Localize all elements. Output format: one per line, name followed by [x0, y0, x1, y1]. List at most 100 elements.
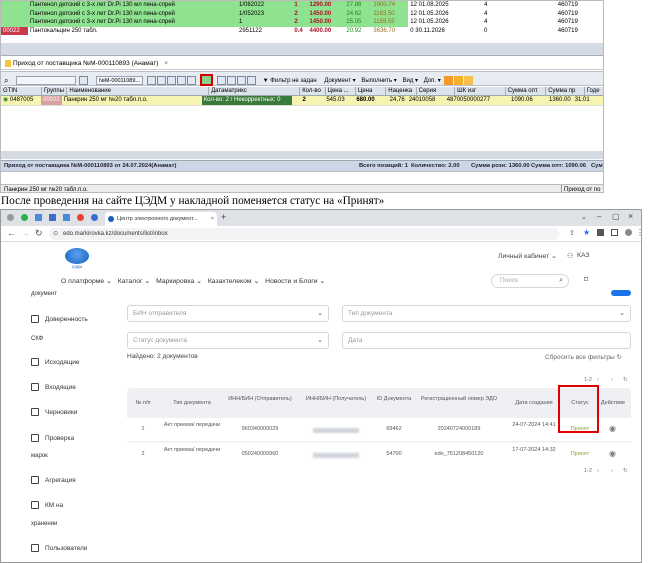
- column-header[interactable]: ШК изг: [454, 87, 506, 96]
- sidepanel-icon[interactable]: [611, 229, 618, 236]
- window-tab[interactable]: Приход от поставщика №М-000110893 (Анама…: [1, 57, 603, 70]
- column-header[interactable]: Наименование: [66, 87, 210, 96]
- tab-icon-1[interactable]: [7, 214, 14, 221]
- bookmark-icon[interactable]: ⌑: [584, 275, 588, 284]
- refresh-icon[interactable]: ↻: [623, 377, 628, 383]
- settings-icon[interactable]: [79, 75, 89, 85]
- list-item[interactable]: 00022 Пантокальцин 250 табл. 2951122 0.4 440…: [1, 26, 603, 35]
- list-item[interactable]: Пантенол детский с 3-х лет Dr.Pi 130 мл …: [1, 9, 603, 18]
- sidebar-item-users[interactable]: Пользователи: [31, 544, 87, 552]
- column-header[interactable]: Сумма пр: [545, 87, 585, 96]
- search-input[interactable]: [15, 75, 76, 85]
- sidebar-item-km[interactable]: КМ на: [31, 501, 63, 509]
- date-field[interactable]: Дата: [342, 332, 631, 349]
- close-icon[interactable]: ×: [164, 60, 168, 67]
- sidebar-item-drafts[interactable]: Черновики: [31, 408, 77, 416]
- reset-filters[interactable]: Сбросить все фильтры ↻: [545, 353, 622, 361]
- tab-icon-4[interactable]: [49, 214, 56, 221]
- list-item[interactable]: Пантенол детский с 3-х лет Dr.Pi 130 мл …: [1, 1, 603, 10]
- send-icon[interactable]: [227, 75, 236, 85]
- add-icon[interactable]: [166, 75, 176, 85]
- delete-icon[interactable]: [176, 75, 186, 85]
- new-tab-icon[interactable]: +: [221, 212, 226, 222]
- tab-icon-5[interactable]: [63, 214, 70, 221]
- search-input[interactable]: Поиск ⌕: [491, 274, 569, 288]
- nav-item[interactable]: Маркировка ⌄: [156, 278, 202, 285]
- tab-icon-3[interactable]: [35, 214, 42, 221]
- sidebar-item-aggregation[interactable]: Агрегация: [31, 476, 76, 484]
- bin-sender-field[interactable]: БИН отправителя ⌄: [127, 305, 329, 322]
- column-header[interactable]: Кол-во: [299, 87, 326, 96]
- maximize-icon[interactable]: ▢: [612, 212, 620, 221]
- nav-item[interactable]: Каталог ⌄: [118, 278, 150, 285]
- share-icon[interactable]: ⇪: [569, 229, 575, 237]
- refresh-icon[interactable]: [186, 75, 196, 85]
- execute-menu[interactable]: Выполнить ▾: [361, 78, 397, 84]
- doc-status-select[interactable]: Статус документа ⌄: [127, 332, 329, 349]
- reload-icon[interactable]: ↻: [35, 228, 43, 239]
- sidebar-item-incoming[interactable]: Входящие: [31, 383, 76, 391]
- nav-item[interactable]: О платформе ⌄: [61, 278, 112, 285]
- user-icon[interactable]: ⚇: [567, 252, 573, 260]
- refresh-icon[interactable]: ↻: [623, 468, 628, 474]
- back-icon[interactable]: ←: [7, 228, 16, 238]
- search-icon[interactable]: ⌕: [4, 76, 13, 85]
- column-header[interactable]: Датаматрикс: [208, 87, 301, 96]
- star-icon[interactable]: ★: [583, 228, 590, 237]
- profile-icon[interactable]: [625, 229, 632, 236]
- close-window-icon[interactable]: ×: [628, 211, 633, 221]
- doc-number-field[interactable]: №М-00011089...: [96, 75, 143, 85]
- tab-icon-2[interactable]: [21, 214, 28, 221]
- next-page-icon[interactable]: ›: [611, 377, 613, 383]
- close-tab-icon[interactable]: ×: [211, 212, 214, 226]
- column-header[interactable]: Группы: [41, 87, 68, 96]
- print-icon[interactable]: [217, 75, 226, 85]
- filter-button[interactable]: ▼ Фильтр не задан: [263, 78, 317, 84]
- sidebar-item-proxy[interactable]: Доверенность: [31, 315, 88, 323]
- orange-icon-2[interactable]: [454, 75, 464, 85]
- cabinet-link[interactable]: Личный кабинет ⌄: [498, 252, 557, 260]
- prev-page-icon[interactable]: ‹: [597, 377, 599, 383]
- view-menu[interactable]: Вид ▾: [403, 78, 419, 84]
- column-header[interactable]: Годе: [584, 87, 603, 96]
- list-item[interactable]: Пантенол детский с 3-х лет Dr.Pi 130 мл …: [1, 18, 603, 27]
- extra-menu[interactable]: Доп. ▾: [424, 78, 441, 84]
- sidebar-item-check[interactable]: Проверка: [31, 434, 74, 442]
- lang-switch[interactable]: КАЗ: [577, 252, 590, 259]
- grid-row[interactable]: ◉ 0487005 00022 Панкрин 250 мг №20 табл.…: [1, 96, 603, 106]
- nav-item[interactable]: Казахтелеком ⌄: [208, 278, 259, 285]
- nav-item[interactable]: Новости и Блоги ⌄: [265, 278, 325, 285]
- clock-icon[interactable]: [237, 75, 246, 85]
- sidebar-item-outgoing[interactable]: Исходящие: [31, 358, 79, 366]
- column-header[interactable]: Цена: [355, 87, 387, 96]
- view-icon[interactable]: ◉: [609, 424, 616, 433]
- doc-type-select[interactable]: Тип документа ⌄: [342, 305, 631, 322]
- tab-search-icon[interactable]: ⌄: [581, 213, 587, 221]
- column-header[interactable]: Цена ...: [325, 87, 356, 96]
- url-input[interactable]: ⊙ edo.markirovka.kz/documents/list/inbox: [49, 228, 559, 240]
- save-icon[interactable]: [156, 75, 166, 85]
- column-header[interactable]: GTIN: [1, 87, 42, 96]
- minimize-icon[interactable]: –: [597, 212, 601, 221]
- column-header[interactable]: Серия: [416, 87, 456, 96]
- menu-icon[interactable]: ⋮: [636, 228, 641, 237]
- column-header[interactable]: Сумма опт: [505, 87, 547, 96]
- action-button-partial[interactable]: [611, 290, 631, 296]
- prev-page-icon[interactable]: ‹: [597, 468, 599, 474]
- document-menu[interactable]: Документ ▾: [324, 78, 355, 84]
- orange-icon[interactable]: [444, 75, 454, 85]
- orange-icon-3[interactable]: [464, 75, 474, 85]
- horizontal-scrollbar[interactable]: [1, 151, 603, 159]
- extensions-icon[interactable]: [597, 229, 604, 236]
- tab-icon-7[interactable]: [91, 214, 98, 221]
- link-icon[interactable]: [247, 75, 256, 85]
- tab-icon-6[interactable]: [77, 214, 84, 221]
- active-tab[interactable]: Центр электронного документ... ×: [105, 212, 217, 226]
- next-page-icon[interactable]: ›: [611, 468, 613, 474]
- scrollbar[interactable]: [1, 43, 603, 56]
- highlighted-button[interactable]: [200, 74, 214, 86]
- site-logo[interactable]: [65, 248, 89, 264]
- view-icon[interactable]: ◉: [609, 449, 616, 458]
- copy-icon[interactable]: [146, 75, 156, 85]
- forward-icon[interactable]: →: [21, 228, 30, 238]
